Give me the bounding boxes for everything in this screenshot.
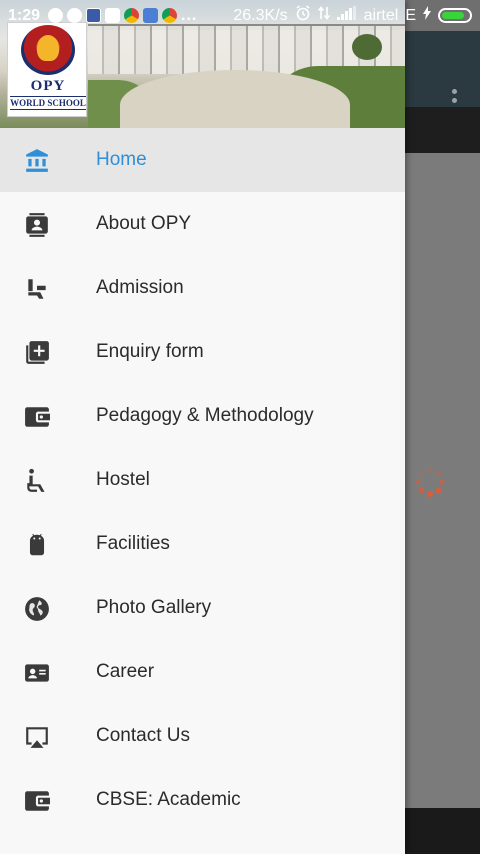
wallet-icon — [24, 788, 50, 814]
logo-subtitle: WORLD SCHOOL — [10, 96, 86, 110]
menu-item-label: Enquiry form — [96, 341, 204, 362]
status-bar: 1:29 ... 26.3K/s airtel E — [0, 0, 480, 31]
status-overflow: ... — [181, 6, 198, 24]
contact-mail-icon — [24, 660, 50, 686]
menu-item-label: Pedagogy & Methodology — [96, 405, 314, 426]
status-time: 1:29 — [8, 6, 41, 24]
logo-title: OPY — [30, 78, 66, 94]
menu-item-contact[interactable]: Contact Us — [0, 704, 405, 768]
alarm-icon — [295, 5, 311, 26]
menu-item-label: CBSE: Academic — [96, 789, 241, 810]
contact-card-icon — [24, 212, 50, 238]
menu-item-career[interactable]: Career — [0, 640, 405, 704]
android-icon — [24, 532, 50, 558]
network-type: E — [405, 6, 416, 24]
menu-item-home[interactable]: Home — [0, 128, 405, 192]
menu-item-partial[interactable] — [0, 832, 405, 854]
data-transfer-icon — [317, 5, 330, 26]
menu-item-hostel[interactable]: Hostel — [0, 448, 405, 512]
phone-icon — [67, 8, 83, 23]
menu-item-label: About OPY — [96, 213, 192, 234]
menu-item-label: Hostel — [96, 469, 150, 490]
menu-item-facilities[interactable]: Facilities — [0, 512, 405, 576]
drawer-menu: Home About OPY Admission Enquiry form Pe… — [0, 128, 405, 854]
menu-item-admission[interactable]: Admission — [0, 256, 405, 320]
seat-icon — [24, 276, 50, 302]
signal-icon — [336, 6, 357, 25]
battery-icon — [438, 8, 472, 23]
menu-item-cbse[interactable]: CBSE: Academic — [0, 768, 405, 832]
add-box-icon — [24, 340, 50, 366]
globe-icon — [24, 596, 50, 622]
network-speed: 26.3K/s — [233, 6, 288, 24]
loading-spinner-icon — [415, 467, 445, 497]
whatsapp-icon — [48, 8, 64, 23]
chrome-icon — [124, 8, 140, 23]
accessible-icon — [24, 468, 50, 494]
bank-icon — [24, 148, 50, 174]
menu-item-gallery[interactable]: Photo Gallery — [0, 576, 405, 640]
menu-item-label: Career — [96, 661, 155, 682]
menu-item-enquiry[interactable]: Enquiry form — [0, 320, 405, 384]
airplay-icon — [24, 724, 50, 750]
app-icon — [143, 8, 159, 23]
menu-item-label: Admission — [96, 277, 184, 298]
navigation-drawer: OPY WORLD SCHOOL Home About OPY Admissio… — [0, 0, 405, 854]
menu-item-label: Facilities — [96, 533, 170, 554]
menu-item-label: Home — [96, 149, 147, 170]
gmail-icon — [105, 8, 121, 23]
school-logo: OPY WORLD SCHOOL — [7, 22, 87, 117]
menu-item-label: Photo Gallery — [96, 597, 212, 618]
carrier-name: airtel — [363, 6, 399, 24]
menu-item-pedagogy[interactable]: Pedagogy & Methodology — [0, 384, 405, 448]
menu-item-about[interactable]: About OPY — [0, 192, 405, 256]
charging-icon — [423, 6, 431, 25]
chrome-icon — [162, 8, 178, 23]
facebook-icon — [86, 8, 102, 23]
wallet-icon — [24, 404, 50, 430]
menu-item-label: Contact Us — [96, 725, 190, 746]
